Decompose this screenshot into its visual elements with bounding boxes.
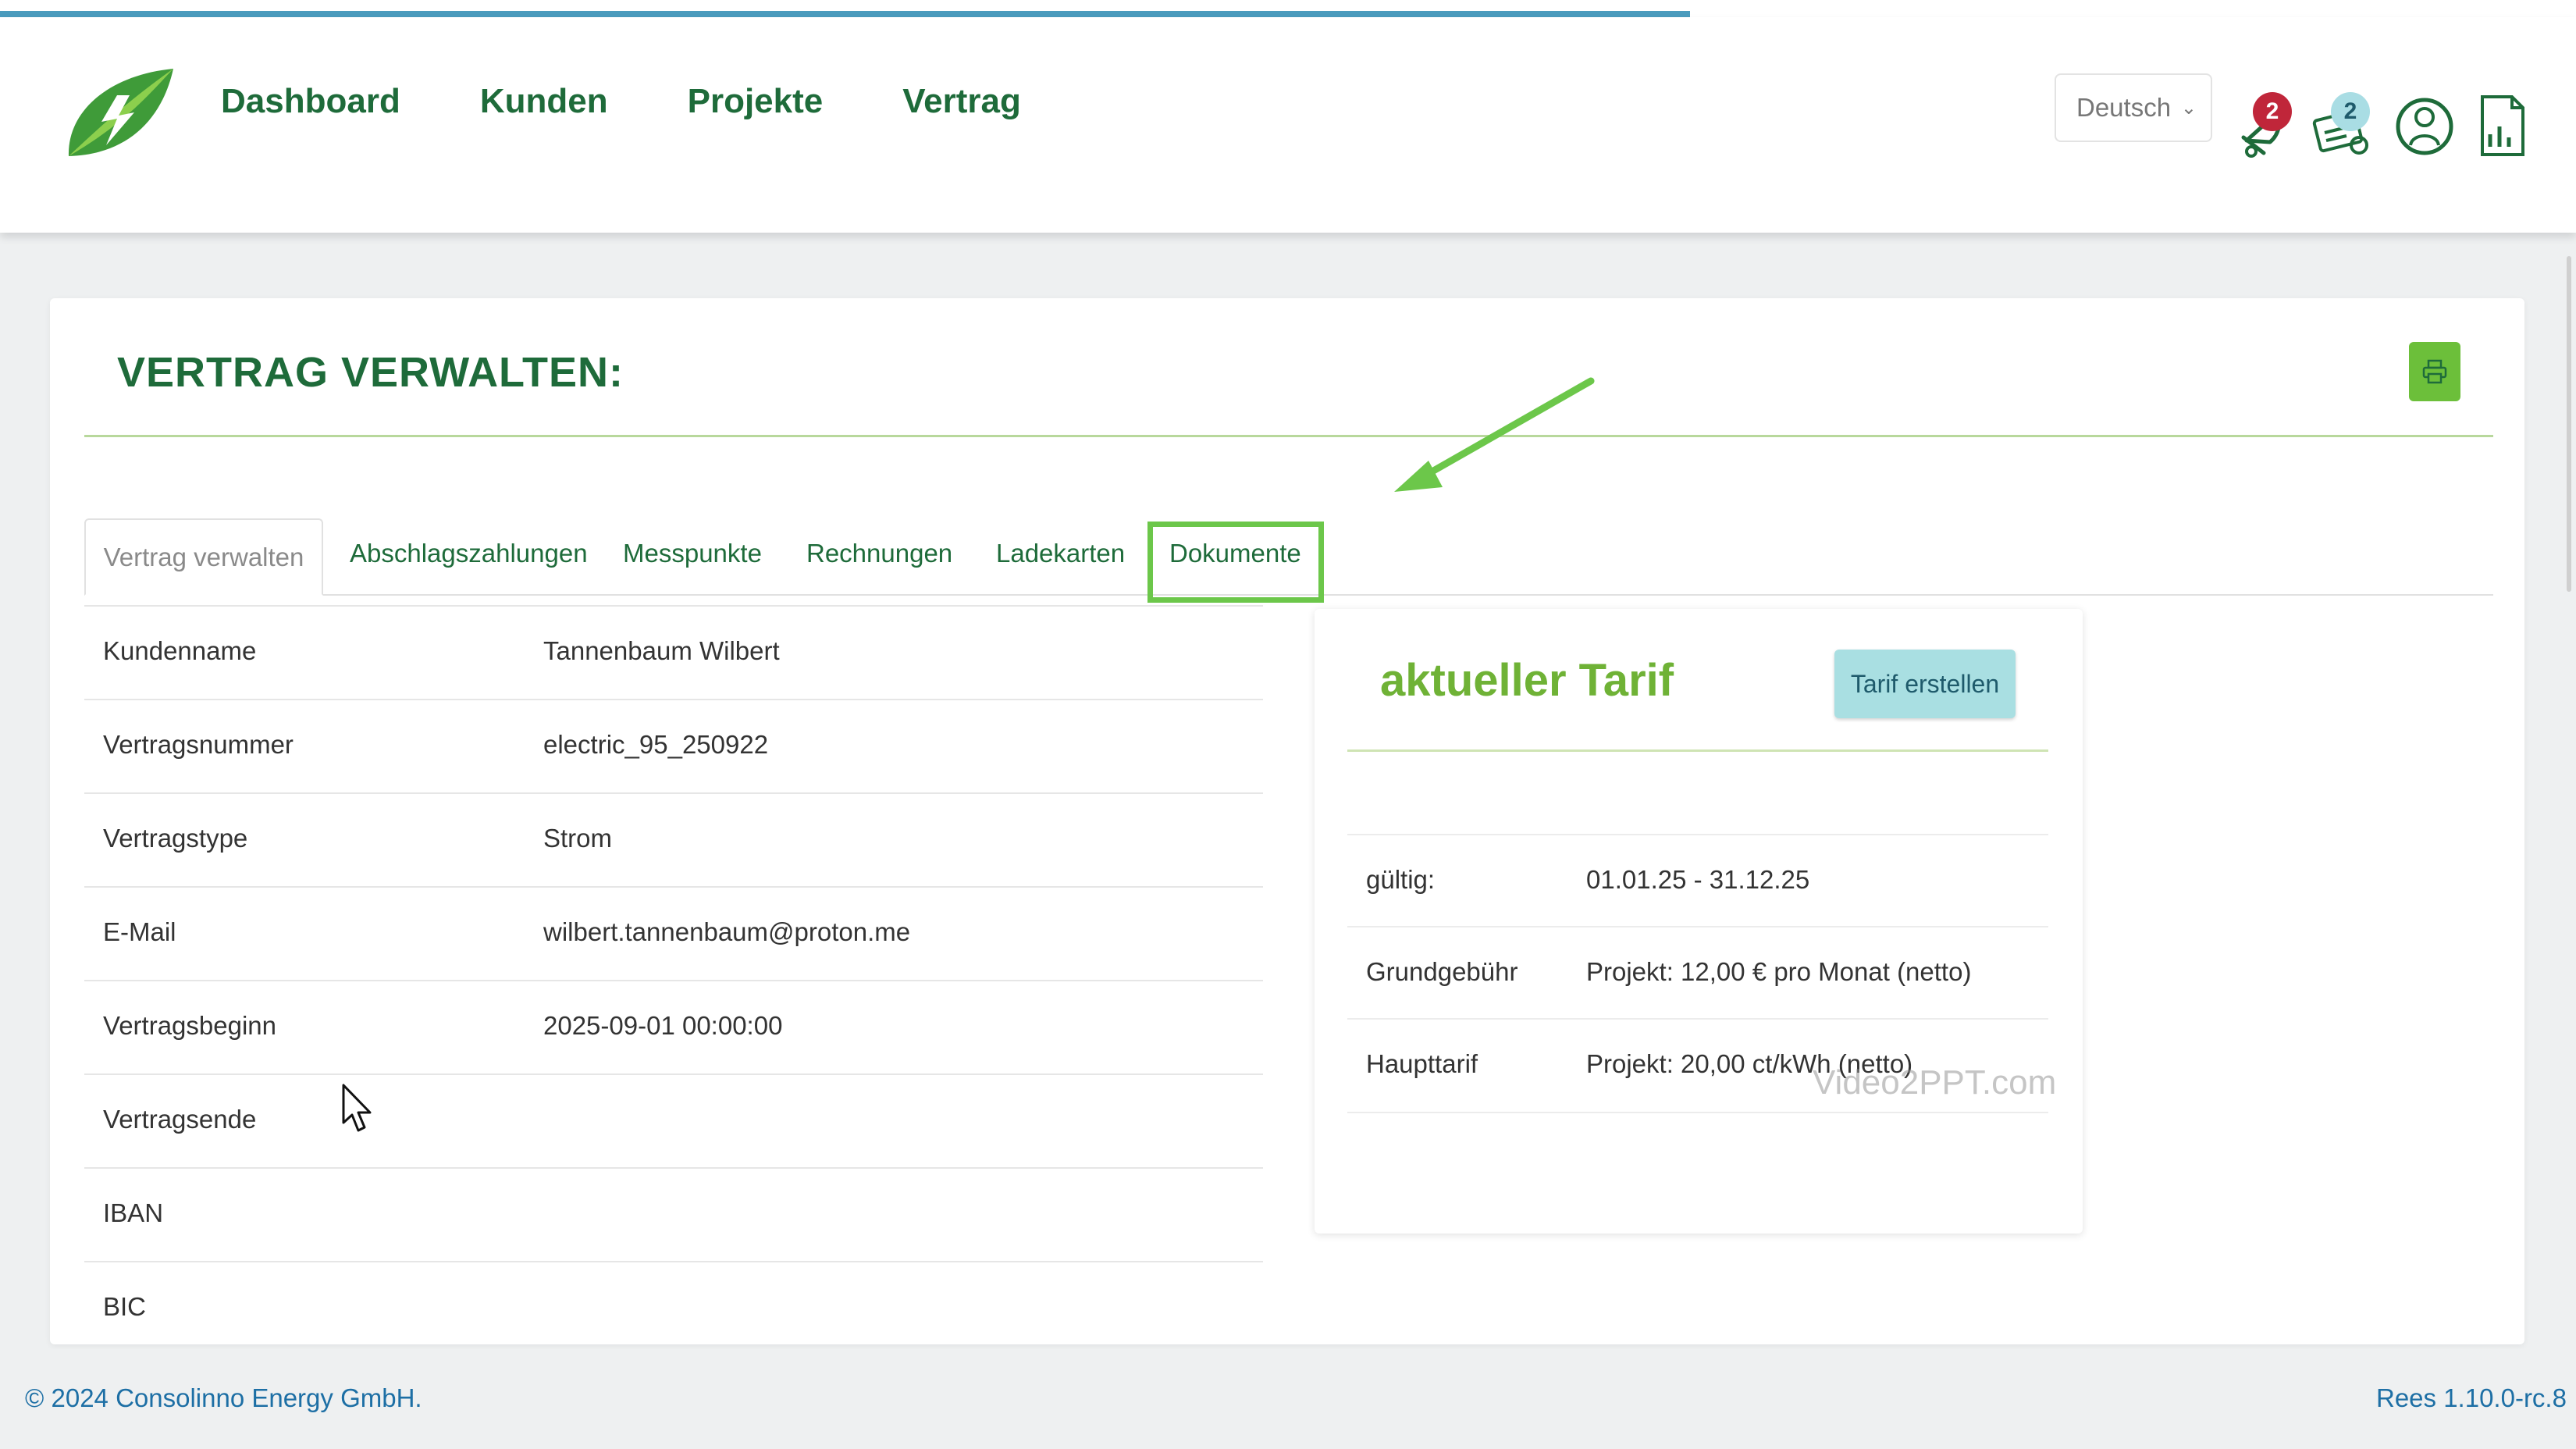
table-row: E-Mail wilbert.tannenbaum@proton.me	[84, 886, 1263, 981]
row-label: Vertragstype	[103, 824, 248, 853]
table-row: IBAN	[84, 1167, 1263, 1262]
user-icon[interactable]	[2393, 91, 2456, 161]
tab-rechnungen[interactable]: Rechnungen	[806, 539, 952, 568]
create-tariff-button[interactable]: Tarif erstellen	[1834, 650, 2016, 718]
row-value: electric_95_250922	[543, 730, 769, 759]
tariff-row-label: Grundgebühr	[1366, 957, 1518, 986]
annotation-arrow	[1394, 377, 1595, 492]
leaf-logo[interactable]	[62, 64, 180, 166]
document-chart-icon[interactable]	[2471, 91, 2534, 161]
tariff-title: aktueller Tarif	[1380, 655, 1674, 706]
table-row: Vertragsende	[84, 1073, 1263, 1169]
language-select[interactable]: Deutsch ⌄	[2055, 73, 2212, 142]
tasks-badge: 2	[2331, 92, 2370, 131]
footer-copyright: © 2024 Consolinno Energy GmbH.	[25, 1383, 422, 1412]
table-row: BIC	[84, 1261, 1263, 1356]
row-label: Vertragsende	[103, 1105, 257, 1134]
row-label: Vertragsbeginn	[103, 1011, 276, 1040]
print-icon	[2422, 359, 2447, 384]
tab-abschlagszahlungen[interactable]: Abschlagszahlungen	[350, 539, 588, 568]
top-progress-track	[0, 0, 2576, 17]
tariff-divider	[1347, 749, 2048, 752]
main-nav: Dashboard Kunden Projekte Vertrag	[221, 82, 1021, 121]
page-scrollbar[interactable]	[2567, 256, 2571, 592]
tariff-row: gültig: 01.01.25 - 31.12.25	[1347, 834, 2048, 927]
row-label: BIC	[103, 1292, 147, 1321]
row-value: Strom	[543, 824, 613, 853]
row-value: Tannenbaum Wilbert	[543, 636, 780, 665]
nav-dashboard[interactable]: Dashboard	[221, 82, 400, 121]
tab-ladekarten[interactable]: Ladekarten	[996, 539, 1125, 568]
print-button[interactable]	[2409, 342, 2460, 401]
table-row: Vertragsbeginn 2025-09-01 00:00:00	[84, 980, 1263, 1075]
table-row: Kundenname Tannenbaum Wilbert	[84, 605, 1263, 700]
nav-kunden[interactable]: Kunden	[480, 82, 608, 121]
row-label: Kundenname	[103, 636, 257, 665]
nav-vertrag[interactable]: Vertrag	[902, 82, 1021, 121]
language-select-value: Deutsch	[2076, 93, 2172, 122]
row-label: Vertragsnummer	[103, 730, 294, 759]
tariff-row-value: 01.01.25 - 31.12.25	[1586, 865, 1810, 894]
tab-vertrag-verwalten[interactable]: Vertrag verwalten	[84, 518, 323, 596]
row-label: E-Mail	[103, 917, 176, 946]
footer-version: Rees 1.10.0-rc.8	[2376, 1383, 2567, 1412]
tariff-row-label: gültig:	[1366, 865, 1436, 894]
watermark: Video2PPT.com	[1813, 1063, 2057, 1102]
table-row: Vertragstype Strom	[84, 792, 1263, 888]
row-value: 2025-09-01 00:00:00	[543, 1011, 783, 1040]
mouse-cursor-icon	[342, 1084, 372, 1132]
nav-projekte[interactable]: Projekte	[688, 82, 824, 121]
tab-messpunkte[interactable]: Messpunkte	[623, 539, 762, 568]
chevron-down-icon: ⌄	[2180, 97, 2197, 119]
top-progress-fill	[0, 11, 1690, 17]
title-divider	[84, 435, 2493, 437]
tariff-row-label: Haupttarif	[1366, 1049, 1478, 1078]
dokumente-highlight-box	[1147, 522, 1324, 603]
row-value: wilbert.tannenbaum@proton.me	[543, 917, 911, 946]
tariff-row: Grundgebühr Projekt: 12,00 € pro Monat (…	[1347, 926, 2048, 1020]
row-label: IBAN	[103, 1198, 164, 1227]
bell-badge: 2	[2253, 92, 2292, 131]
page-title: VERTRAG VERWALTEN:	[117, 349, 624, 396]
tariff-row-value: Projekt: 12,00 € pro Monat (netto)	[1586, 957, 1972, 986]
table-row: Vertragsnummer electric_95_250922	[84, 699, 1263, 794]
